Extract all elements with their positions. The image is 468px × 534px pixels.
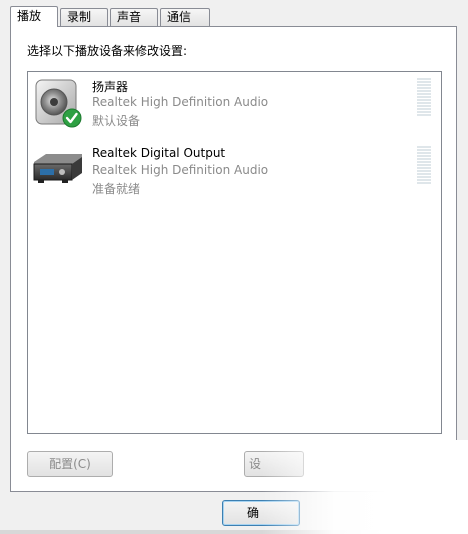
tab-communications[interactable]: 通信: [160, 8, 210, 26]
blur-overlay: [262, 440, 468, 534]
device-description: Realtek High Definition Audio: [92, 163, 269, 177]
tab-sounds[interactable]: 声音: [110, 8, 158, 26]
device-name: 扬声器: [92, 80, 129, 94]
tab-recording[interactable]: 录制: [60, 8, 108, 26]
digital-output-icon: [33, 154, 82, 183]
volume-level-meter: [417, 78, 431, 116]
tab-playback[interactable]: 播放: [10, 6, 58, 27]
device-status: 默认设备: [92, 114, 141, 128]
device-item-digital-output[interactable]: Realtek Digital Output Realtek High Defi…: [28, 142, 441, 200]
device-name: Realtek Digital Output: [92, 146, 226, 160]
playback-panel: 选择以下播放设备来修改设置: 扬声器 Realtek High Definiti…: [10, 26, 457, 492]
device-status: 准备就绪: [92, 182, 141, 196]
device-item-speaker[interactable]: 扬声器 Realtek High Definition Audio 默认设备: [28, 74, 441, 132]
device-description: Realtek High Definition Audio: [92, 95, 269, 109]
speaker-icon: [35, 79, 82, 128]
configure-button[interactable]: 配置(C): [27, 451, 113, 477]
instruction-text: 选择以下播放设备来修改设置:: [27, 44, 188, 58]
device-list[interactable]: 扬声器 Realtek High Definition Audio 默认设备 R…: [27, 71, 442, 434]
volume-level-meter: [417, 146, 431, 184]
